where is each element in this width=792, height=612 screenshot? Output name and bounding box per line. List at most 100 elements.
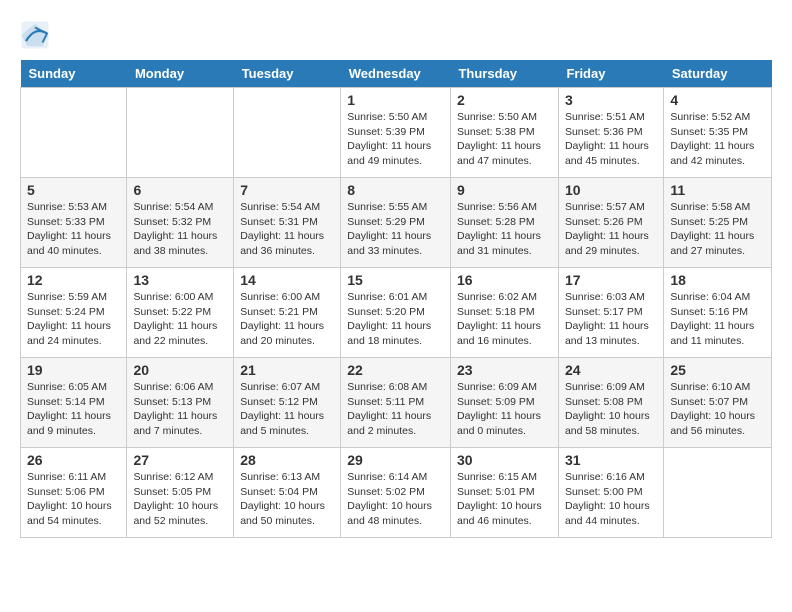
day-info: Sunrise: 5:56 AMSunset: 5:28 PMDaylight:… <box>457 200 552 259</box>
calendar-cell: 13 Sunrise: 6:00 AMSunset: 5:22 PMDayligh… <box>127 268 234 358</box>
day-number: 6 <box>133 182 227 198</box>
day-info: Sunrise: 6:00 AMSunset: 5:21 PMDaylight:… <box>240 290 334 349</box>
day-info: Sunrise: 6:04 AMSunset: 5:16 PMDaylight:… <box>670 290 765 349</box>
calendar-week-3: 12 Sunrise: 5:59 AMSunset: 5:24 PMDayligh… <box>21 268 772 358</box>
day-number: 20 <box>133 362 227 378</box>
calendar-cell: 4 Sunrise: 5:52 AMSunset: 5:35 PMDaylight… <box>664 88 772 178</box>
calendar-cell: 8 Sunrise: 5:55 AMSunset: 5:29 PMDaylight… <box>341 178 451 268</box>
day-number: 22 <box>347 362 444 378</box>
calendar-cell: 16 Sunrise: 6:02 AMSunset: 5:18 PMDayligh… <box>450 268 558 358</box>
calendar-cell: 28 Sunrise: 6:13 AMSunset: 5:04 PMDayligh… <box>234 448 341 538</box>
day-number: 21 <box>240 362 334 378</box>
calendar-cell: 20Sunrise: 6:06 AMSunset: 5:13 PMDayligh… <box>127 358 234 448</box>
day-info: Sunrise: 6:13 AMSunset: 5:04 PMDaylight:… <box>240 470 334 529</box>
calendar-cell: 7Sunrise: 5:54 AMSunset: 5:31 PMDaylight… <box>234 178 341 268</box>
day-number: 16 <box>457 272 552 288</box>
day-number: 31 <box>565 452 657 468</box>
day-number: 28 <box>240 452 334 468</box>
logo-icon <box>20 20 50 50</box>
day-info: Sunrise: 5:54 AMSunset: 5:32 PMDaylight:… <box>133 200 227 259</box>
calendar-cell <box>234 88 341 178</box>
calendar-cell: 12 Sunrise: 5:59 AMSunset: 5:24 PMDayligh… <box>21 268 127 358</box>
day-number: 5 <box>27 182 120 198</box>
day-number: 29 <box>347 452 444 468</box>
calendar-cell: 1 Sunrise: 5:50 AMSunset: 5:39 PMDaylight… <box>341 88 451 178</box>
day-info: Sunrise: 5:53 AMSunset: 5:33 PMDaylight:… <box>27 200 120 259</box>
calendar-cell: 9 Sunrise: 5:56 AMSunset: 5:28 PMDaylight… <box>450 178 558 268</box>
day-number: 24 <box>565 362 657 378</box>
calendar-cell: 6 Sunrise: 5:54 AMSunset: 5:32 PMDaylight… <box>127 178 234 268</box>
calendar-cell: 5 Sunrise: 5:53 AMSunset: 5:33 PMDaylight… <box>21 178 127 268</box>
day-info: Sunrise: 6:09 AMSunset: 5:08 PMDaylight:… <box>565 380 657 439</box>
calendar-cell: 11 Sunrise: 5:58 AMSunset: 5:25 PMDayligh… <box>664 178 772 268</box>
day-number: 18 <box>670 272 765 288</box>
day-info: Sunrise: 6:05 AMSunset: 5:14 PMDaylight:… <box>27 380 120 439</box>
day-info: Sunrise: 6:00 AMSunset: 5:22 PMDaylight:… <box>133 290 227 349</box>
calendar-week-5: 26Sunrise: 6:11 AMSunset: 5:06 PMDayligh… <box>21 448 772 538</box>
weekday-header-thursday: Thursday <box>450 60 558 88</box>
day-number: 19 <box>27 362 120 378</box>
calendar-cell: 21Sunrise: 6:07 AMSunset: 5:12 PMDayligh… <box>234 358 341 448</box>
calendar-cell: 27 Sunrise: 6:12 AMSunset: 5:05 PMDayligh… <box>127 448 234 538</box>
calendar-cell <box>664 448 772 538</box>
day-info: Sunrise: 5:55 AMSunset: 5:29 PMDaylight:… <box>347 200 444 259</box>
day-number: 3 <box>565 92 657 108</box>
day-number: 4 <box>670 92 765 108</box>
day-info: Sunrise: 5:54 AMSunset: 5:31 PMDaylight:… <box>240 200 334 259</box>
day-number: 27 <box>133 452 227 468</box>
calendar-table: SundayMondayTuesdayWednesdayThursdayFrid… <box>20 60 772 538</box>
weekday-header-row: SundayMondayTuesdayWednesdayThursdayFrid… <box>21 60 772 88</box>
day-number: 10 <box>565 182 657 198</box>
weekday-header-saturday: Saturday <box>664 60 772 88</box>
day-number: 14 <box>240 272 334 288</box>
day-info: Sunrise: 5:58 AMSunset: 5:25 PMDaylight:… <box>670 200 765 259</box>
day-info: Sunrise: 6:16 AMSunset: 5:00 PMDaylight:… <box>565 470 657 529</box>
calendar-cell: 17 Sunrise: 6:03 AMSunset: 5:17 PMDayligh… <box>558 268 663 358</box>
day-number: 15 <box>347 272 444 288</box>
logo <box>20 20 54 50</box>
weekday-header-friday: Friday <box>558 60 663 88</box>
day-info: Sunrise: 6:02 AMSunset: 5:18 PMDaylight:… <box>457 290 552 349</box>
calendar-cell: 24 Sunrise: 6:09 AMSunset: 5:08 PMDayligh… <box>558 358 663 448</box>
weekday-header-tuesday: Tuesday <box>234 60 341 88</box>
day-number: 9 <box>457 182 552 198</box>
calendar-cell: 29 Sunrise: 6:14 AMSunset: 5:02 PMDayligh… <box>341 448 451 538</box>
day-info: Sunrise: 6:15 AMSunset: 5:01 PMDaylight:… <box>457 470 552 529</box>
calendar-cell: 3Sunrise: 5:51 AMSunset: 5:36 PMDaylight… <box>558 88 663 178</box>
calendar-cell: 23 Sunrise: 6:09 AMSunset: 5:09 PMDayligh… <box>450 358 558 448</box>
day-info: Sunrise: 6:09 AMSunset: 5:09 PMDaylight:… <box>457 380 552 439</box>
calendar-cell <box>21 88 127 178</box>
day-number: 1 <box>347 92 444 108</box>
calendar-cell: 30 Sunrise: 6:15 AMSunset: 5:01 PMDayligh… <box>450 448 558 538</box>
day-number: 13 <box>133 272 227 288</box>
weekday-header-monday: Monday <box>127 60 234 88</box>
calendar-cell <box>127 88 234 178</box>
day-number: 26 <box>27 452 120 468</box>
calendar-week-1: 1 Sunrise: 5:50 AMSunset: 5:39 PMDaylight… <box>21 88 772 178</box>
calendar-cell: 2Sunrise: 5:50 AMSunset: 5:38 PMDaylight… <box>450 88 558 178</box>
day-number: 8 <box>347 182 444 198</box>
day-number: 30 <box>457 452 552 468</box>
day-info: Sunrise: 6:14 AMSunset: 5:02 PMDaylight:… <box>347 470 444 529</box>
calendar-cell: 31 Sunrise: 6:16 AMSunset: 5:00 PMDayligh… <box>558 448 663 538</box>
day-info: Sunrise: 6:01 AMSunset: 5:20 PMDaylight:… <box>347 290 444 349</box>
day-info: Sunrise: 5:59 AMSunset: 5:24 PMDaylight:… <box>27 290 120 349</box>
calendar-week-2: 5 Sunrise: 5:53 AMSunset: 5:33 PMDaylight… <box>21 178 772 268</box>
day-info: Sunrise: 5:52 AMSunset: 5:35 PMDaylight:… <box>670 110 765 169</box>
day-info: Sunrise: 6:10 AMSunset: 5:07 PMDaylight:… <box>670 380 765 439</box>
day-number: 11 <box>670 182 765 198</box>
calendar-week-4: 19 Sunrise: 6:05 AMSunset: 5:14 PMDayligh… <box>21 358 772 448</box>
calendar-cell: 25Sunrise: 6:10 AMSunset: 5:07 PMDayligh… <box>664 358 772 448</box>
day-info: Sunrise: 6:03 AMSunset: 5:17 PMDaylight:… <box>565 290 657 349</box>
calendar-cell: 18 Sunrise: 6:04 AMSunset: 5:16 PMDayligh… <box>664 268 772 358</box>
day-info: Sunrise: 6:12 AMSunset: 5:05 PMDaylight:… <box>133 470 227 529</box>
day-number: 23 <box>457 362 552 378</box>
calendar-cell: 15 Sunrise: 6:01 AMSunset: 5:20 PMDayligh… <box>341 268 451 358</box>
day-number: 12 <box>27 272 120 288</box>
page-header <box>20 20 772 50</box>
day-info: Sunrise: 6:08 AMSunset: 5:11 PMDaylight:… <box>347 380 444 439</box>
calendar-cell: 26Sunrise: 6:11 AMSunset: 5:06 PMDayligh… <box>21 448 127 538</box>
day-info: Sunrise: 5:50 AMSunset: 5:39 PMDaylight:… <box>347 110 444 169</box>
weekday-header-wednesday: Wednesday <box>341 60 451 88</box>
day-number: 17 <box>565 272 657 288</box>
